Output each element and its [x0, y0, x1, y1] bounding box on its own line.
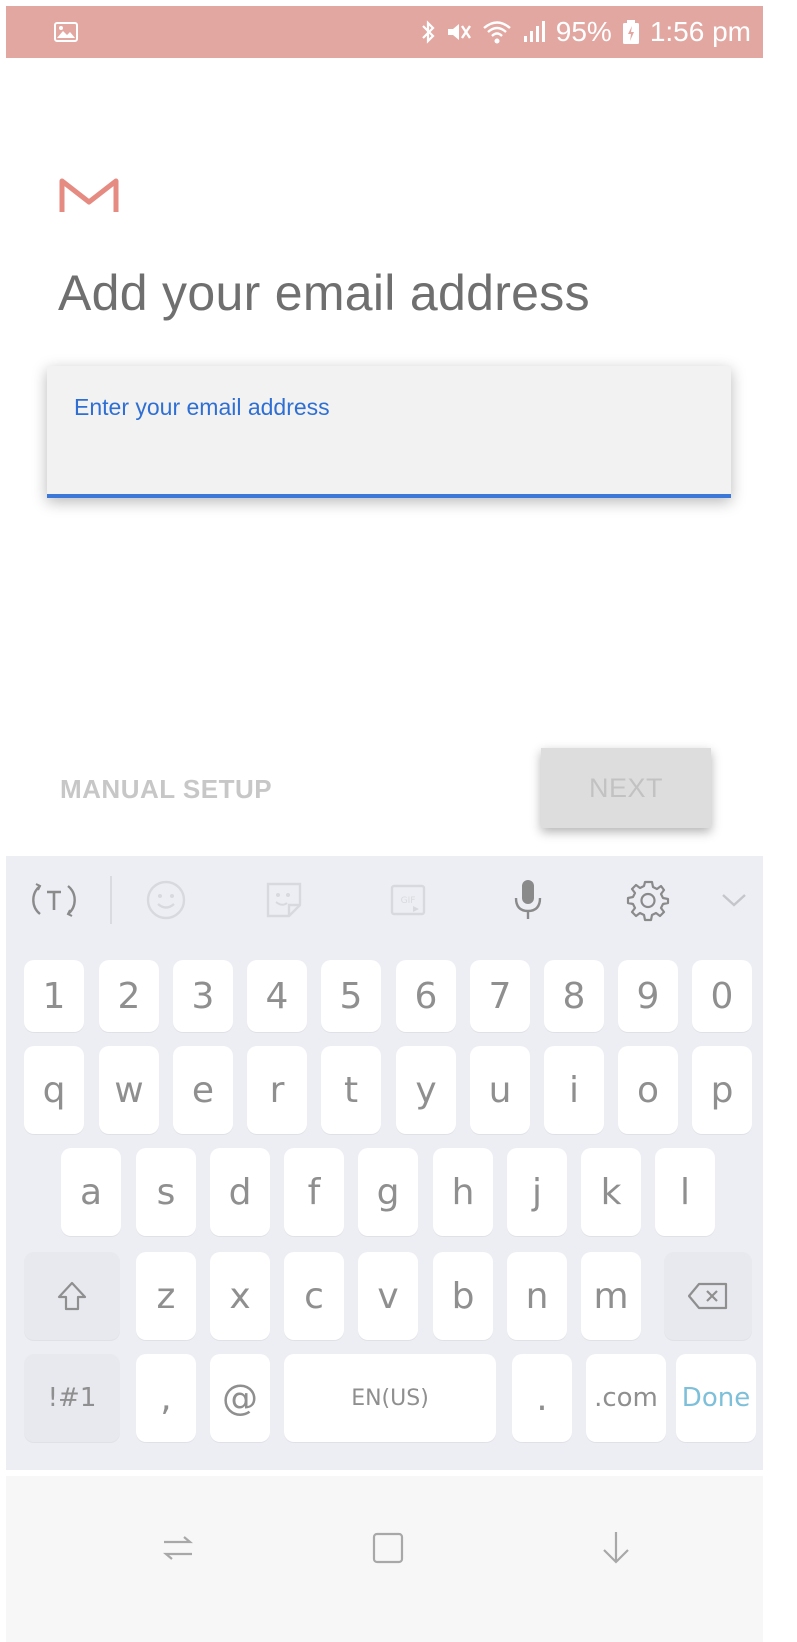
space-key[interactable]: EN(US) — [284, 1354, 496, 1442]
next-button[interactable]: NEXT — [541, 748, 711, 828]
home-icon[interactable] — [358, 1518, 418, 1578]
key-5[interactable]: 5 — [321, 960, 381, 1032]
key-r[interactable]: r — [247, 1046, 307, 1134]
key-a[interactable]: a — [61, 1148, 121, 1236]
at-key[interactable]: @ — [210, 1354, 270, 1442]
key-n[interactable]: n — [507, 1252, 567, 1340]
key-o[interactable]: o — [618, 1046, 678, 1134]
key-f[interactable]: f — [284, 1148, 344, 1236]
key-k[interactable]: k — [581, 1148, 641, 1236]
key-z[interactable]: z — [136, 1252, 196, 1340]
microphone-icon[interactable] — [502, 874, 554, 926]
gif-icon[interactable]: GIF — [382, 874, 434, 926]
key-e[interactable]: e — [173, 1046, 233, 1134]
key-c[interactable]: c — [284, 1252, 344, 1340]
gmail-logo — [58, 176, 120, 216]
comma-key[interactable]: , — [136, 1354, 196, 1442]
keyboard: GIF 1 2 3 4 5 6 7 8 9 0 q w e r t y u i … — [6, 856, 763, 1470]
keyboard-toolbar: GIF — [6, 856, 763, 944]
dotcom-key[interactable]: .com — [586, 1354, 666, 1442]
settings-icon[interactable] — [622, 874, 674, 926]
key-j[interactable]: j — [507, 1148, 567, 1236]
key-s[interactable]: s — [136, 1148, 196, 1236]
emoji-icon[interactable] — [140, 874, 192, 926]
key-u[interactable]: u — [470, 1046, 530, 1134]
shift-key[interactable] — [24, 1252, 120, 1340]
gallery-notification-icon — [54, 22, 78, 42]
key-q[interactable]: q — [24, 1046, 84, 1134]
back-icon[interactable] — [586, 1518, 646, 1578]
key-t[interactable]: t — [321, 1046, 381, 1134]
battery-percent: 95% — [555, 16, 612, 47]
key-g[interactable]: g — [358, 1148, 418, 1236]
status-time: 1:56 pm — [649, 16, 751, 47]
period-key[interactable]: . — [512, 1354, 572, 1442]
manual-setup-button[interactable]: MANUAL SETUP — [60, 774, 272, 805]
key-9[interactable]: 9 — [618, 960, 678, 1032]
key-3[interactable]: 3 — [173, 960, 233, 1032]
key-d[interactable]: d — [210, 1148, 270, 1236]
key-8[interactable]: 8 — [544, 960, 604, 1032]
backspace-key[interactable] — [664, 1252, 752, 1340]
key-p[interactable]: p — [692, 1046, 752, 1134]
done-key[interactable]: Done — [676, 1354, 756, 1442]
key-l[interactable]: l — [655, 1148, 715, 1236]
email-field[interactable]: Enter your email address — [47, 366, 731, 498]
sticker-icon[interactable] — [258, 874, 310, 926]
key-4[interactable]: 4 — [247, 960, 307, 1032]
key-2[interactable]: 2 — [99, 960, 159, 1032]
recent-apps-icon[interactable] — [148, 1518, 208, 1578]
chevron-down-icon[interactable] — [708, 874, 760, 926]
key-x[interactable]: x — [210, 1252, 270, 1340]
email-input[interactable] — [47, 366, 731, 494]
shift-icon — [57, 1281, 87, 1311]
mute-icon — [446, 20, 472, 44]
wifi-icon — [482, 19, 512, 45]
key-h[interactable]: h — [433, 1148, 493, 1236]
key-m[interactable]: m — [581, 1252, 641, 1340]
key-y[interactable]: y — [396, 1046, 456, 1134]
symbols-key[interactable]: !#1 — [24, 1354, 120, 1442]
text-translate-icon[interactable] — [28, 874, 80, 926]
key-7[interactable]: 7 — [470, 960, 530, 1032]
key-w[interactable]: w — [99, 1046, 159, 1134]
bluetooth-icon — [420, 19, 436, 45]
navigation-bar — [6, 1476, 763, 1642]
status-bar: 95% 1:56 pm — [6, 6, 763, 58]
toolbar-divider — [110, 876, 112, 924]
signal-icon — [522, 20, 546, 44]
key-6[interactable]: 6 — [396, 960, 456, 1032]
backspace-icon — [687, 1282, 728, 1310]
key-v[interactable]: v — [358, 1252, 418, 1340]
key-i[interactable]: i — [544, 1046, 604, 1134]
key-b[interactable]: b — [433, 1252, 493, 1340]
key-0[interactable]: 0 — [692, 960, 752, 1032]
svg-text:GIF: GIF — [401, 896, 416, 906]
key-1[interactable]: 1 — [24, 960, 84, 1032]
page-title: Add your email address — [58, 265, 590, 321]
battery-icon — [622, 19, 640, 45]
